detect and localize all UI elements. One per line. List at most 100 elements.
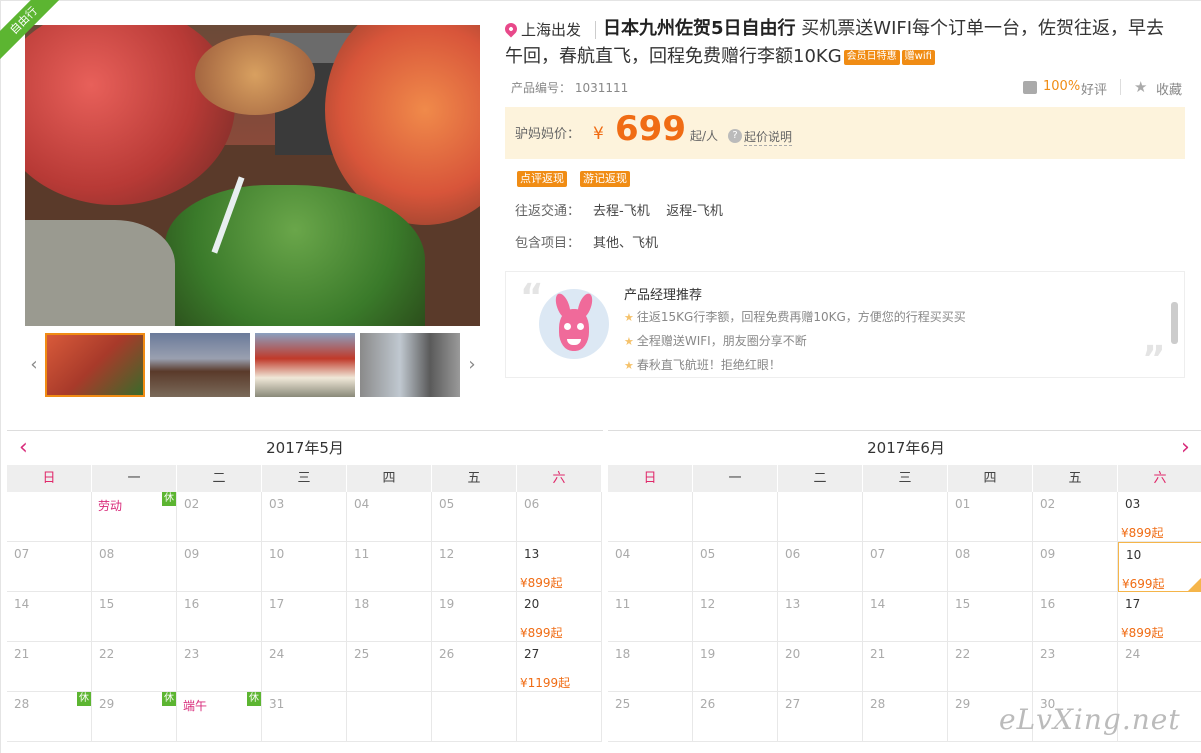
day-number: 21 [870, 647, 886, 661]
weekday-header: 二 [778, 465, 863, 492]
thumbnail-1[interactable] [45, 333, 145, 397]
day-number: 20 [524, 597, 540, 611]
departure-city: 上海出发 [521, 21, 582, 39]
calendar-prev-icon[interactable]: ‹ [19, 431, 28, 465]
calendar-day: 11 [347, 542, 432, 592]
calendar-day [608, 492, 693, 542]
site-watermark: eLvXing.net [999, 703, 1181, 736]
thumb-next-arrow-icon[interactable]: › [463, 333, 481, 397]
holiday-label: 劳动 [98, 499, 123, 513]
day-number: 25 [354, 647, 370, 661]
calendar-day: 18 [608, 642, 693, 692]
calendar-day: 14 [7, 592, 92, 642]
calendar-next-icon[interactable]: › [1181, 431, 1190, 465]
calendar-day: 02 [177, 492, 262, 542]
calendar-day: 06 [778, 542, 863, 592]
calendar-day: 05 [693, 542, 778, 592]
weekday-header: 四 [948, 465, 1033, 492]
calendar-day: 24 [262, 642, 347, 692]
manager-scrollbar[interactable] [1171, 302, 1178, 344]
favorite-star-icon[interactable]: ★ [1134, 78, 1147, 96]
day-number: 05 [700, 547, 716, 561]
calendar-day: 19 [693, 642, 778, 692]
day-number: 23 [184, 647, 200, 661]
calendar-day[interactable]: 13 ¥899起 [517, 542, 602, 592]
calendar-day: 15 [92, 592, 177, 642]
favorite-button[interactable]: 收藏 [1156, 79, 1182, 98]
title-main: 日本九州佐贺5日自由行 [603, 18, 796, 39]
review-rebate-tag[interactable]: 点评返现 [517, 171, 567, 187]
day-number: 07 [870, 547, 886, 561]
calendar-day: 23 [1033, 642, 1118, 692]
day-number: 22 [99, 647, 115, 661]
day-number: 16 [184, 597, 200, 611]
day-price: ¥899起 [520, 576, 563, 590]
calendar-day[interactable]: 20 ¥899起 [517, 592, 602, 642]
calendar-day: 26 [693, 692, 778, 742]
day-price: ¥899起 [1121, 626, 1164, 640]
star-icon: ★ [624, 335, 634, 348]
day-number: 12 [700, 597, 716, 611]
day-number: 13 [785, 597, 801, 611]
day-number: 14 [870, 597, 886, 611]
day-number: 17 [269, 597, 285, 611]
calendar-day[interactable]: 10 ¥699起 [1118, 542, 1201, 592]
calendar-day: 劳动 休 [92, 492, 177, 542]
calendar-day: 16 [1033, 592, 1118, 642]
calendar-day: 08 [948, 542, 1033, 592]
calendar-day: 25 [347, 642, 432, 692]
calendar-day: 05 [432, 492, 517, 542]
day-number: 27 [785, 697, 801, 711]
calendar-day: 20 [778, 642, 863, 692]
calendar-day: 端午 休 [177, 692, 262, 742]
price-unit: 起/人 [690, 129, 719, 143]
day-number: 28 [14, 697, 30, 711]
day-price: ¥899起 [520, 626, 563, 640]
calendar-day: 19 [432, 592, 517, 642]
price-label: 驴妈妈价： [515, 127, 581, 142]
weekday-header: 三 [863, 465, 948, 492]
calendar-day[interactable]: 03 ¥899起 [1118, 492, 1201, 542]
includes-value: 其他、飞机 [593, 236, 659, 251]
thumb-prev-arrow-icon[interactable]: ‹ [25, 333, 43, 397]
price-box: 驴妈妈价： ¥ 699 起/人 ? 起价说明 [505, 107, 1185, 159]
calendar-day [432, 692, 517, 742]
day-number: 19 [439, 597, 455, 611]
price-explain-link[interactable]: 起价说明 [744, 128, 793, 146]
travelogue-rebate-tag[interactable]: 游记返现 [580, 171, 630, 187]
calendar-day: 27 [778, 692, 863, 742]
help-icon[interactable]: ? [728, 129, 742, 143]
calendar-day: 28 [863, 692, 948, 742]
calendar-day: 22 [948, 642, 1033, 692]
day-number: 23 [1040, 647, 1056, 661]
weekday-header: 四 [347, 465, 432, 492]
calendar-day: 22 [92, 642, 177, 692]
calendar-day [693, 492, 778, 542]
calendar-day: 07 [863, 542, 948, 592]
day-number: 18 [354, 597, 370, 611]
calendar-title: 2017年5月 [266, 439, 344, 457]
day-number: 10 [1126, 548, 1142, 562]
thumbs-up-icon [1023, 81, 1037, 94]
product-title: 日本九州佐贺5日自由行 买机票送WIFI每个订单一台，佐贺往返，早去午回，春航直… [505, 15, 1175, 71]
main-photo[interactable] [25, 25, 480, 326]
day-number: 06 [785, 547, 801, 561]
calendar-day[interactable]: 27 ¥1199起 [517, 642, 602, 692]
thumbnail-2[interactable] [150, 333, 250, 397]
thumbnail-4[interactable] [360, 333, 460, 397]
calendar-day: 16 [177, 592, 262, 642]
calendar-day: 11 [608, 592, 693, 642]
day-number: 14 [14, 597, 30, 611]
tag-member-day: 会员日特惠 [843, 50, 900, 65]
day-number: 10 [269, 547, 285, 561]
day-number: 08 [955, 547, 971, 561]
day-price: ¥1199起 [520, 676, 571, 690]
day-price: ¥699起 [1122, 577, 1165, 591]
weekday-header: 六 [517, 465, 602, 492]
weekday-header: 一 [693, 465, 778, 492]
thumbnail-3[interactable] [255, 333, 355, 397]
day-number: 04 [615, 547, 631, 561]
calendar-day[interactable]: 17 ¥899起 [1118, 592, 1201, 642]
day-number: 20 [785, 647, 801, 661]
calendar-day: 02 [1033, 492, 1118, 542]
